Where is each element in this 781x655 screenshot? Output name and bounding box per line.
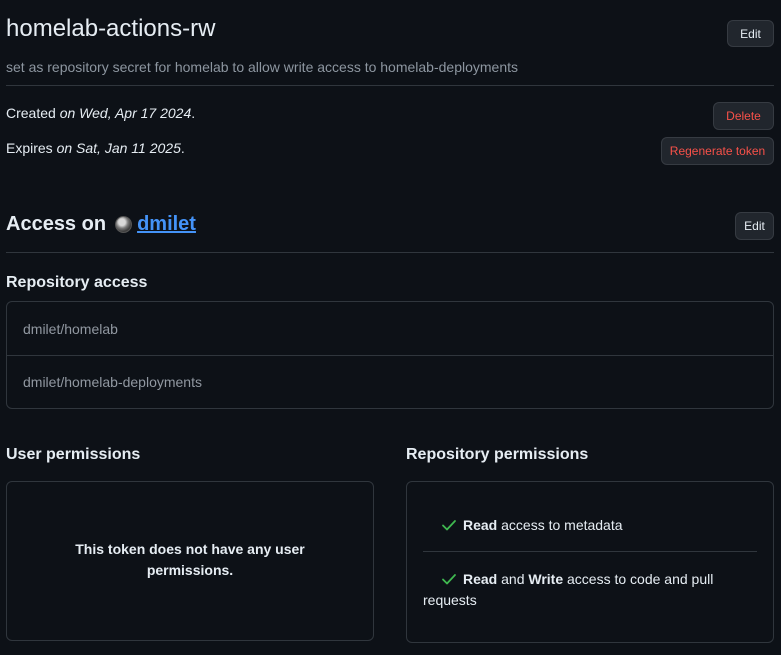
avatar bbox=[115, 215, 133, 233]
permission-item: Read and Write access to code and pull r… bbox=[423, 569, 757, 611]
permission-item: Read access to metadata bbox=[423, 515, 757, 536]
permission-text: and bbox=[497, 571, 529, 587]
user-permissions-heading: User permissions bbox=[6, 446, 141, 463]
divider bbox=[6, 85, 774, 86]
expires-period: . bbox=[180, 140, 185, 156]
repo-name: dmilet/homelab bbox=[23, 320, 118, 337]
check-icon bbox=[442, 520, 456, 531]
permission-level: Read bbox=[463, 571, 498, 587]
divider bbox=[423, 551, 757, 552]
created-date: on Wed, Apr 17 2024 bbox=[59, 105, 192, 121]
divider bbox=[6, 252, 774, 253]
repository-list: dmilet/homelab dmilet/homelab-deployment… bbox=[6, 301, 774, 409]
delete-button[interactable]: Delete bbox=[713, 102, 774, 130]
owner-link[interactable]: dmilet bbox=[137, 211, 196, 237]
regenerate-token-button[interactable]: Regenerate token bbox=[661, 137, 774, 165]
token-details-page: homelab-actions-rw Edit set as repositor… bbox=[0, 0, 781, 655]
repository-permissions-heading: Repository permissions bbox=[406, 446, 589, 463]
expires-prefix: Expires bbox=[6, 140, 57, 156]
created-period: . bbox=[191, 105, 196, 121]
repository-permissions-box: Read access to metadata Read and Write a… bbox=[406, 481, 774, 643]
check-icon bbox=[442, 574, 456, 585]
token-description: set as repository secret for homelab to … bbox=[6, 59, 519, 75]
expires-line: Expires on Sat, Jan 11 2025. bbox=[6, 138, 185, 158]
repository-access-heading: Repository access bbox=[6, 274, 148, 291]
repo-name: dmilet/homelab-deployments bbox=[23, 374, 202, 390]
list-item: dmilet/homelab bbox=[7, 302, 773, 355]
list-item: dmilet/homelab-deployments bbox=[7, 355, 773, 408]
created-prefix: Created bbox=[6, 105, 60, 121]
user-permissions-box: This token does not have any user permis… bbox=[6, 481, 374, 641]
access-heading: Access on dmilet bbox=[6, 211, 196, 237]
edit-token-button[interactable]: Edit bbox=[727, 20, 774, 47]
permission-text: access to metadata bbox=[497, 517, 623, 533]
access-title-prefix: Access on bbox=[6, 213, 107, 235]
user-permissions-empty-message: This token does not have any user permis… bbox=[75, 541, 305, 578]
permission-level: Write bbox=[528, 571, 564, 587]
expires-date: on Sat, Jan 11 2025 bbox=[56, 140, 181, 156]
permission-level: Read bbox=[463, 517, 498, 533]
created-line: Created on Wed, Apr 17 2024. bbox=[6, 103, 195, 123]
token-name: homelab-actions-rw bbox=[6, 15, 216, 42]
edit-access-button[interactable]: Edit bbox=[735, 212, 774, 240]
